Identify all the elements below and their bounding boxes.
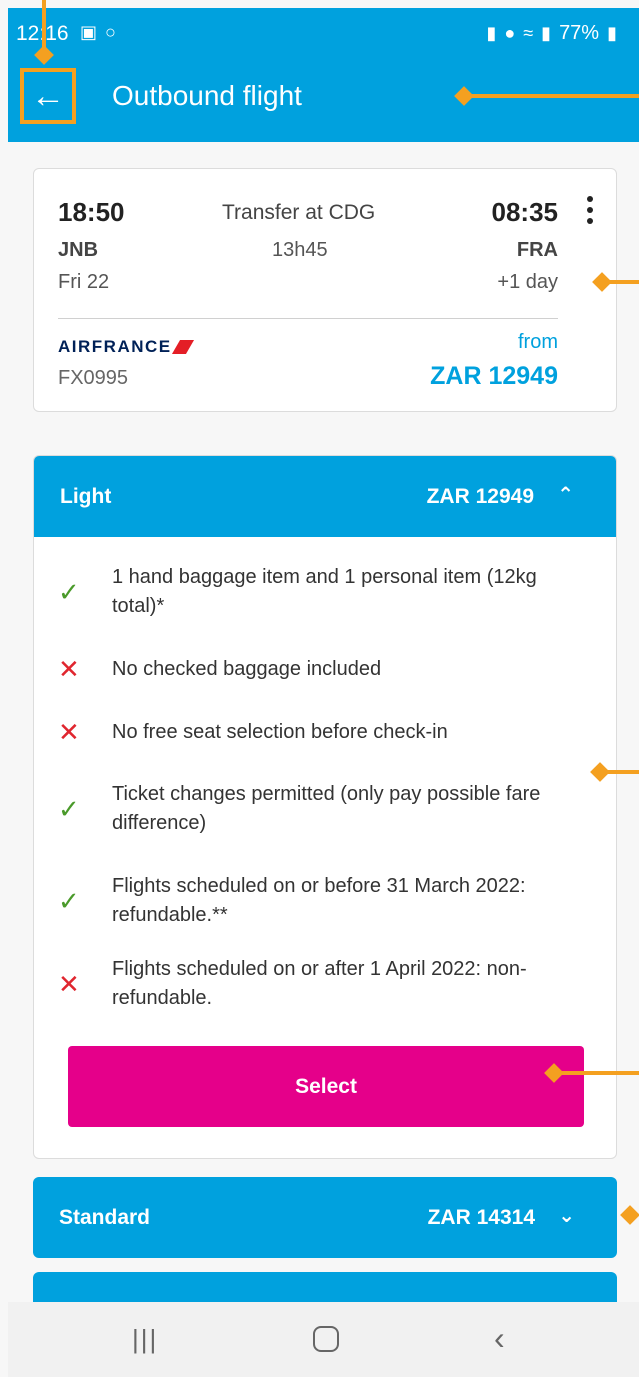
nav-back-icon[interactable]: ‹ xyxy=(494,1320,505,1357)
fare-name: Standard xyxy=(59,1206,151,1229)
status-bar: 12:16 ▣ ○ ▮ ● ≈ ▮ 77% ▮ xyxy=(8,8,639,60)
feature-text: No free seat selection before check-in xyxy=(112,721,448,743)
arrival-date-offset: +1 day xyxy=(497,271,558,293)
flight-number: FX0995 xyxy=(58,367,129,389)
feature-item: ✓ Flights scheduled on or before 31 Marc… xyxy=(58,872,588,930)
image-icon: ▣ xyxy=(80,22,98,42)
feature-text: Ticket changes permitted (only pay possi… xyxy=(112,783,541,834)
feature-item: ✓ 1 hand baggage item and 1 personal ite… xyxy=(58,563,588,621)
feature-text: Flights scheduled on or after 1 April 20… xyxy=(112,958,527,1009)
transfer-info: Transfer at CDG xyxy=(222,201,376,224)
home-icon[interactable] xyxy=(313,1326,339,1352)
status-left-icons: ▣ ○ xyxy=(80,22,116,43)
flight-summary-card[interactable]: 18:50 Transfer at CDG 08:35 JNB 13h45 FR… xyxy=(33,168,617,412)
airline-name: AIRFRANCE xyxy=(58,337,172,356)
fare-price: ZAR 14314 xyxy=(427,1206,535,1229)
fare-header-standard[interactable]: Standard ZAR 14314 ⌄ xyxy=(33,1177,617,1258)
flight-duration: 13h45 xyxy=(272,239,328,261)
lock-icon: ▮ xyxy=(486,23,497,43)
battery-level: 77% xyxy=(559,22,600,44)
cross-icon: ✕ xyxy=(58,717,80,747)
feature-text: No checked baggage included xyxy=(112,658,382,680)
price-prefix: from xyxy=(518,331,558,353)
fare-panel-light: Light ZAR 12949 ⌃ ✓ 1 hand baggage item … xyxy=(33,455,617,1159)
departure-airport: JNB xyxy=(58,239,99,261)
status-right-icons: ▮ ● ≈ ▮ 77% ▮ xyxy=(486,22,617,45)
feature-item: ✕ No checked baggage included xyxy=(58,654,588,685)
card-divider xyxy=(58,318,558,319)
annotation-line xyxy=(556,1071,639,1075)
battery-icon: ▮ xyxy=(607,23,617,43)
app-bar: 12:16 ▣ ○ ▮ ● ≈ ▮ 77% ▮ ← Outbound fligh… xyxy=(8,8,639,142)
feature-text: Flights scheduled on or before 31 March … xyxy=(112,875,526,926)
device-frame: 12:16 ▣ ○ ▮ ● ≈ ▮ 77% ▮ ← Outbound fligh… xyxy=(0,0,639,1377)
wifi-icon: ≈ xyxy=(523,23,534,43)
feature-item: ✕ No free seat selection before check-in xyxy=(58,717,588,748)
chevron-down-icon: ⌄ xyxy=(558,1205,575,1227)
annotation-box xyxy=(20,68,76,124)
fare-header-light[interactable]: Light ZAR 12949 ⌃ xyxy=(34,456,616,537)
arrival-airport: FRA xyxy=(516,239,558,261)
signal-icon: ▮ xyxy=(541,23,552,43)
circle-icon: ○ xyxy=(105,22,116,42)
cross-icon: ✕ xyxy=(58,968,80,999)
cross-icon: ✕ xyxy=(58,654,80,684)
airline-stripe-icon xyxy=(171,340,194,354)
system-nav-bar: ||| ‹ xyxy=(8,1302,639,1377)
select-button[interactable]: Select xyxy=(68,1046,584,1127)
check-icon: ✓ xyxy=(58,576,80,607)
chevron-up-icon: ⌃ xyxy=(557,484,574,506)
departure-time: 18:50 xyxy=(58,197,125,227)
departure-date: Fri 22 xyxy=(58,271,110,293)
check-icon: ✓ xyxy=(58,885,80,916)
check-icon: ✓ xyxy=(58,793,80,824)
feature-item: ✓ Ticket changes permitted (only pay pos… xyxy=(58,780,588,838)
page-title: Outbound flight xyxy=(112,80,302,111)
location-icon: ● xyxy=(504,23,516,43)
airline-logo: AIRFRANCE xyxy=(58,337,194,357)
more-options-icon[interactable] xyxy=(582,193,598,229)
fare-name: Light xyxy=(60,485,112,508)
annotation-line xyxy=(466,94,639,98)
flight-price: ZAR 12949 xyxy=(430,362,558,390)
arrival-time: 08:35 xyxy=(491,197,559,227)
fare-price: ZAR 12949 xyxy=(426,485,534,508)
feature-item: ✕ Flights scheduled on or after 1 April … xyxy=(58,955,588,1013)
app-screen: 12:16 ▣ ○ ▮ ● ≈ ▮ 77% ▮ ← Outbound fligh… xyxy=(8,8,639,1377)
recent-apps-icon[interactable]: ||| xyxy=(132,1324,158,1355)
feature-text: 1 hand baggage item and 1 personal item … xyxy=(112,566,537,617)
